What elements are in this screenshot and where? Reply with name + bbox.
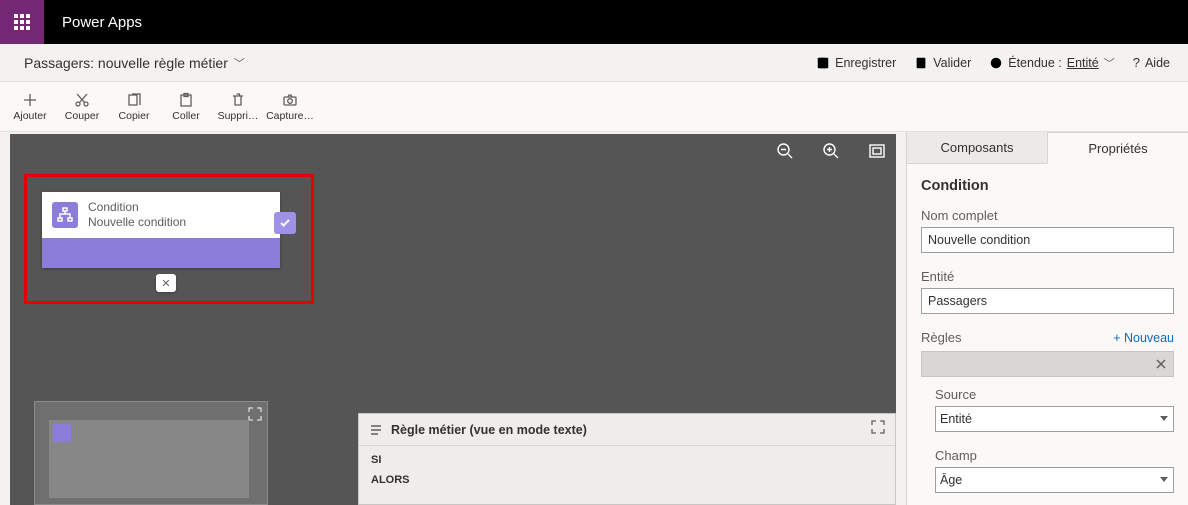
plus-icon xyxy=(22,92,38,108)
rules-label: Règles xyxy=(921,330,961,345)
zoom-out-button[interactable] xyxy=(776,142,794,165)
design-canvas[interactable]: Condition Nouvelle condition ✕ xyxy=(10,134,896,505)
source-select[interactable]: Entité xyxy=(935,406,1174,432)
trash-icon xyxy=(230,92,246,108)
chevron-down-icon[interactable]: ﹀ xyxy=(234,55,245,71)
copy-icon xyxy=(126,92,142,108)
snapshot-button[interactable]: Capture… xyxy=(264,92,316,122)
field-select[interactable]: Âge xyxy=(935,467,1174,493)
fit-screen-button[interactable] xyxy=(868,142,886,165)
false-branch-button[interactable]: ✕ xyxy=(156,274,176,292)
text-view-then: ALORS xyxy=(371,470,883,490)
condition-subtitle: Nouvelle condition xyxy=(88,215,186,230)
validate-button[interactable]: Valider xyxy=(914,56,971,70)
minimap-expand-button[interactable] xyxy=(248,407,262,421)
chevron-down-icon: ﹀ xyxy=(1104,55,1115,71)
scissors-icon xyxy=(74,92,90,108)
scope-icon xyxy=(989,56,1003,70)
paste-button[interactable]: Coller xyxy=(160,92,212,122)
flow-icon xyxy=(52,202,78,228)
text-view-title: Règle métier (vue en mode texte) xyxy=(391,423,587,437)
page-title: Passagers: nouvelle règle métier xyxy=(24,55,228,71)
zoom-in-icon xyxy=(822,142,840,160)
help-link[interactable]: ? Aide xyxy=(1133,55,1170,70)
entity-input[interactable] xyxy=(921,288,1174,314)
copy-button[interactable]: Copier xyxy=(108,92,160,122)
camera-icon xyxy=(282,92,298,108)
expand-icon xyxy=(248,407,262,421)
entity-label: Entité xyxy=(921,269,1174,284)
app-launcher[interactable] xyxy=(0,0,44,44)
add-button[interactable]: Ajouter xyxy=(4,92,56,122)
waffle-icon xyxy=(14,14,30,30)
help-icon: ? xyxy=(1133,55,1140,70)
cut-button[interactable]: Couper xyxy=(56,92,108,122)
save-icon xyxy=(816,56,830,70)
brand-title: Power Apps xyxy=(44,0,160,44)
minimap-viewport xyxy=(49,420,249,498)
scope-selector[interactable]: Étendue : Entité ﹀ xyxy=(989,55,1114,71)
text-view-if: SI xyxy=(371,450,883,470)
minimap-node xyxy=(53,424,71,442)
zoom-out-icon xyxy=(776,142,794,160)
fit-icon xyxy=(868,142,886,160)
tab-properties[interactable]: Propriétés xyxy=(1047,132,1188,164)
new-rule-button[interactable]: + Nouveau xyxy=(1113,331,1174,345)
source-label: Source xyxy=(935,387,1174,402)
condition-title: Condition xyxy=(88,200,186,215)
field-label: Champ xyxy=(935,448,1174,463)
delete-button[interactable]: Suppri… xyxy=(212,92,264,122)
text-lines-icon xyxy=(369,423,383,437)
close-icon: ✕ xyxy=(161,277,170,290)
text-view-expand-button[interactable] xyxy=(871,420,885,439)
minimap[interactable] xyxy=(34,401,268,505)
display-name-label: Nom complet xyxy=(921,208,1174,223)
properties-section-title: Condition xyxy=(921,178,1174,194)
close-icon[interactable] xyxy=(1155,358,1167,370)
zoom-in-button[interactable] xyxy=(822,142,840,165)
rule-row[interactable] xyxy=(921,351,1174,377)
check-icon xyxy=(279,217,291,229)
expand-icon xyxy=(871,420,885,434)
true-branch-button[interactable] xyxy=(274,212,296,234)
text-view-panel: Règle métier (vue en mode texte) SI ALOR… xyxy=(358,413,896,505)
display-name-input[interactable] xyxy=(921,227,1174,253)
save-button[interactable]: Enregistrer xyxy=(816,56,896,70)
paste-icon xyxy=(178,92,194,108)
validate-icon xyxy=(914,56,928,70)
tab-components[interactable]: Composants xyxy=(907,132,1047,164)
condition-node[interactable]: Condition Nouvelle condition xyxy=(42,192,280,268)
